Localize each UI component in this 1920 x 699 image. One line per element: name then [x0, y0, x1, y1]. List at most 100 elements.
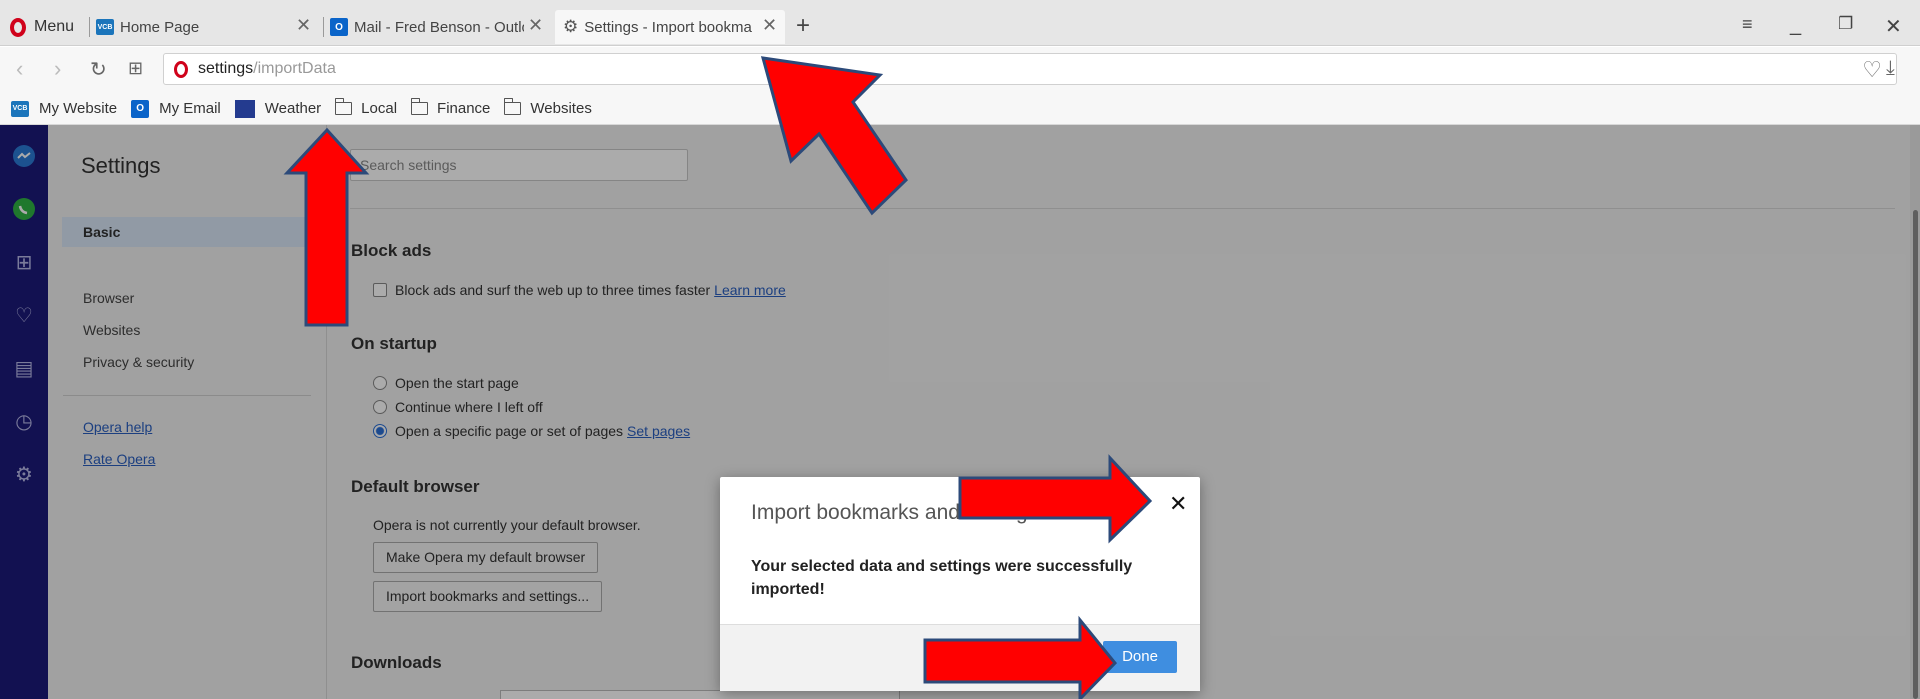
- page-title: Settings: [81, 153, 161, 178]
- opera-logo-icon: [10, 17, 26, 37]
- header-divider: [350, 208, 1895, 209]
- close-window-icon[interactable]: ✕: [1885, 14, 1902, 39]
- back-icon[interactable]: ‹: [16, 56, 23, 82]
- reload-icon[interactable]: ↻: [90, 57, 107, 82]
- tab-bar: Menu VCB Home Page ✕ O Mail - Fred Benso…: [0, 0, 1920, 46]
- navigation-bar: ‹ › ↻ ⊞ settings/importData ♡ ⤓: [0, 47, 1920, 93]
- download-location-field[interactable]: [500, 690, 900, 699]
- tab-mail[interactable]: O Mail - Fred Benson - Outlo ✕: [330, 12, 548, 42]
- radio-label: Open the start page: [395, 375, 519, 391]
- new-tab-icon[interactable]: +: [796, 12, 810, 40]
- nav-item-websites[interactable]: Websites: [83, 322, 140, 338]
- address-path: /importData: [253, 60, 336, 77]
- downloads-heading: Downloads: [351, 653, 442, 672]
- block-ads-heading: Block ads: [351, 241, 432, 260]
- tab-label: Home Page: [120, 18, 200, 36]
- bookmark-folder-local[interactable]: Local: [334, 98, 398, 117]
- address-host: settings: [198, 60, 254, 77]
- whatsapp-icon[interactable]: [11, 196, 37, 222]
- folder-icon: [410, 98, 429, 115]
- outlook-icon: O: [131, 99, 150, 118]
- tab-settings[interactable]: ⚙ Settings - Import bookma ✕: [555, 10, 785, 44]
- bookmark-label: Finance: [437, 100, 491, 117]
- gear-icon: ⚙: [563, 17, 579, 36]
- speed-dial-sidebar-icon[interactable]: ⊞: [11, 249, 37, 275]
- bookmark-my-website[interactable]: VCB My Website: [11, 100, 117, 117]
- radio-label: Open a specific page or set of pages: [395, 423, 624, 439]
- nav-item-privacy-security[interactable]: Privacy & security: [83, 354, 194, 370]
- opera-logo-icon: [174, 60, 188, 78]
- menu-label: Menu: [34, 18, 75, 35]
- bookmark-label: Local: [361, 100, 398, 117]
- startup-option-start-page[interactable]: Open the start page: [373, 375, 519, 391]
- vcb-icon: VCB: [96, 19, 114, 35]
- default-browser-status: Opera is not currently your default brow…: [373, 517, 641, 533]
- close-tab-icon[interactable]: ✕: [296, 15, 311, 36]
- rate-opera-link[interactable]: Rate Opera: [83, 451, 155, 467]
- bookmark-heart-icon[interactable]: ♡: [1862, 57, 1882, 83]
- download-icon[interactable]: ⤓: [1886, 57, 1895, 80]
- startup-option-specific-page[interactable]: Open a specific page or set of pages Set…: [373, 423, 690, 439]
- nav-item-basic[interactable]: Basic: [62, 217, 327, 247]
- history-clock-icon[interactable]: ◷: [11, 408, 37, 434]
- nav-item-browser[interactable]: Browser: [83, 290, 134, 306]
- bookmark-folder-finance[interactable]: Finance: [410, 98, 491, 117]
- tab-label: Settings - Import bookma: [584, 18, 752, 36]
- bookmark-label: Weather: [264, 100, 322, 117]
- bookmark-label: My Email: [159, 100, 221, 117]
- tab-home-page[interactable]: VCB Home Page ✕: [96, 12, 316, 42]
- close-tab-icon[interactable]: ✕: [528, 15, 543, 36]
- bookmark-label: My Website: [39, 100, 118, 117]
- bookmark-folder-websites[interactable]: Websites: [503, 98, 592, 117]
- radio-button-selected[interactable]: [373, 424, 387, 438]
- bookmark-my-email[interactable]: O My Email: [131, 99, 221, 118]
- search-settings-input[interactable]: Search settings: [350, 149, 688, 181]
- radio-button[interactable]: [373, 376, 387, 390]
- import-bookmarks-button[interactable]: Import bookmarks and settings...: [373, 581, 603, 612]
- radio-label: Continue where I left off: [395, 399, 543, 415]
- messenger-icon[interactable]: [11, 143, 37, 169]
- vcb-icon: VCB: [11, 100, 29, 117]
- forward-icon[interactable]: ›: [54, 56, 61, 82]
- news-icon[interactable]: ▤: [11, 355, 37, 381]
- restore-icon[interactable]: ❐: [1838, 14, 1853, 34]
- block-ads-label: Block ads and surf the web up to three t…: [395, 282, 711, 298]
- bookmark-weather[interactable]: Weather: [234, 99, 322, 118]
- radio-button[interactable]: [373, 400, 387, 414]
- set-pages-link[interactable]: Set pages: [627, 423, 690, 439]
- tab-menu-icon[interactable]: ≡: [1742, 14, 1753, 35]
- import-dialog: Import bookmarks and settings ✕ Your sel…: [720, 477, 1200, 691]
- on-startup-heading: On startup: [351, 334, 437, 353]
- folder-icon: [503, 98, 522, 115]
- dialog-message: Your selected data and settings were suc…: [751, 558, 1133, 598]
- address-bar[interactable]: settings/importData ♡: [163, 53, 1897, 85]
- opera-help-link[interactable]: Opera help: [83, 419, 152, 435]
- speed-dial-icon[interactable]: ⊞: [128, 58, 143, 79]
- close-icon[interactable]: ✕: [1169, 491, 1187, 517]
- opera-sidebar: ⊞ ♡ ▤ ◷ ⚙: [0, 125, 48, 699]
- favorites-heart-icon[interactable]: ♡: [11, 302, 37, 328]
- settings-gear-icon[interactable]: ⚙: [11, 461, 37, 487]
- startup-option-continue[interactable]: Continue where I left off: [373, 399, 543, 415]
- tab-label: Mail - Fred Benson - Outlo: [354, 18, 524, 36]
- settings-nav-panel: Settings Basic Browser Websites Privacy …: [48, 125, 327, 699]
- tab-separator: [89, 17, 90, 37]
- learn-more-link[interactable]: Learn more: [714, 282, 786, 298]
- dialog-footer: Done: [720, 624, 1200, 691]
- default-browser-heading: Default browser: [351, 477, 480, 496]
- minimize-icon[interactable]: _: [1790, 14, 1801, 37]
- scrollbar-thumb[interactable]: [1913, 210, 1918, 699]
- weather-icon: [234, 99, 255, 118]
- make-default-browser-button[interactable]: Make Opera my default browser: [373, 542, 599, 573]
- tab-separator: [323, 17, 324, 37]
- close-tab-icon[interactable]: ✕: [762, 15, 777, 36]
- outlook-icon: O: [330, 18, 348, 36]
- bookmark-label: Websites: [530, 100, 592, 117]
- opera-menu-button[interactable]: Menu: [10, 16, 74, 38]
- block-ads-checkbox[interactable]: [373, 283, 387, 297]
- block-ads-option: Block ads and surf the web up to three t…: [373, 282, 786, 298]
- dialog-title: Import bookmarks and settings: [751, 501, 1039, 524]
- done-button[interactable]: Done: [1103, 641, 1177, 673]
- folder-icon: [334, 98, 353, 115]
- bookmarks-bar: VCB My Website O My Email Weather Local …: [0, 93, 1920, 125]
